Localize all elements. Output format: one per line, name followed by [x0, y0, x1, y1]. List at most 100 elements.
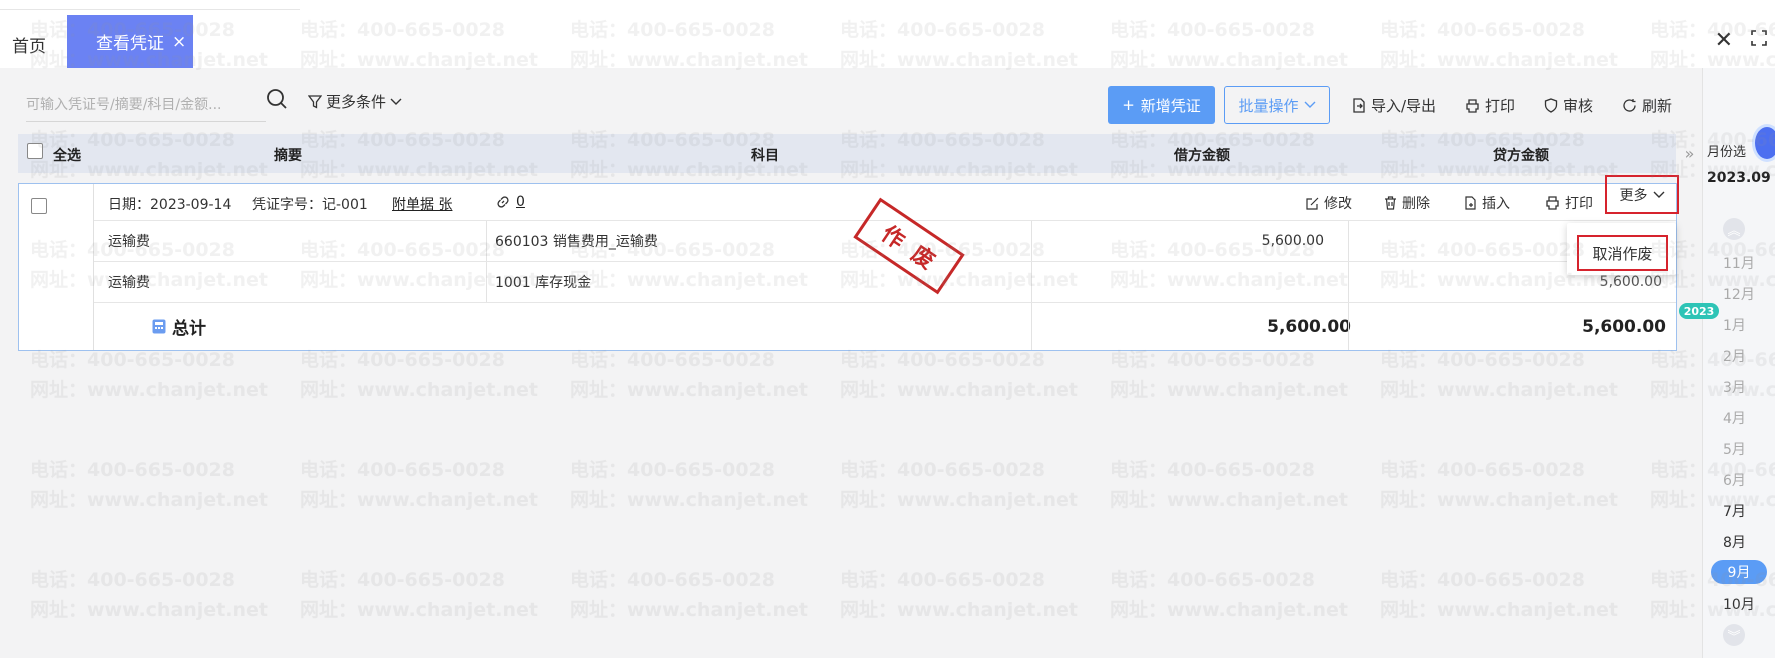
- month-item[interactable]: 11月: [1723, 253, 1755, 273]
- month-item[interactable]: 8月: [1723, 532, 1746, 552]
- trash-icon: [1385, 196, 1396, 210]
- column-account: 科目: [751, 148, 779, 164]
- refresh-icon: [1623, 99, 1636, 112]
- double-chevron-right-icon[interactable]: »: [1677, 134, 1702, 173]
- more-filter-label: 更多条件: [326, 93, 387, 111]
- tab-view-voucher-label: 查看凭证: [96, 34, 164, 54]
- column-debit: 借方金额: [1174, 148, 1230, 164]
- month-item[interactable]: 4月: [1723, 408, 1746, 428]
- cell-divider: [486, 221, 487, 261]
- edit-icon: [1306, 197, 1319, 210]
- plus-icon: +: [1122, 96, 1135, 114]
- table-header: 全选 摘要 科目 借方金额 贷方金额: [18, 134, 1676, 173]
- voucher-print-button[interactable]: 打印: [1545, 193, 1593, 213]
- insert-label: 插入: [1482, 196, 1510, 212]
- delete-label: 删除: [1402, 196, 1430, 212]
- month-item[interactable]: 2月: [1723, 346, 1746, 366]
- month-item-selected[interactable]: 9月: [1711, 560, 1767, 584]
- batch-operation-button[interactable]: 批量操作: [1224, 86, 1330, 124]
- shield-icon: [1544, 98, 1558, 113]
- link-count[interactable]: 0: [496, 194, 525, 210]
- row-debit: 5,600.00: [1261, 233, 1324, 249]
- printer-icon: [1466, 98, 1479, 113]
- cell-divider: [1348, 262, 1349, 302]
- cell-divider: [1031, 262, 1032, 302]
- row-summary: 运输费: [108, 275, 150, 291]
- attachment-link[interactable]: 附单据 张: [392, 194, 452, 214]
- close-icon[interactable]: ✕: [1715, 28, 1733, 53]
- top-divider: [0, 0, 300, 10]
- import-icon: [1353, 98, 1365, 113]
- more-label: 更多: [1619, 187, 1648, 204]
- cancel-void-menu-item[interactable]: 取消作废: [1577, 235, 1668, 271]
- more-dropdown-menu: 取消作废: [1567, 223, 1676, 275]
- column-summary: 摘要: [274, 148, 302, 164]
- more-button[interactable]: 更多: [1605, 175, 1679, 214]
- cell-divider: [1031, 303, 1032, 350]
- month-select-header: 月份选: [1707, 145, 1747, 160]
- chevron-down-icon: [1653, 191, 1664, 198]
- print-label: 打印: [1485, 97, 1516, 115]
- batch-operation-label: 批量操作: [1238, 96, 1299, 115]
- refresh-label: 刷新: [1642, 97, 1673, 115]
- voucher-card: 日期：2023-09-14 凭证字号：记-001 附单据 张 0 修改 删除 插…: [18, 183, 1677, 351]
- month-item[interactable]: 7月: [1723, 501, 1746, 521]
- total-credit: 5,600.00: [1582, 316, 1666, 337]
- tab-close-icon[interactable]: ×: [172, 32, 186, 52]
- tab-bar: 首页 查看凭证 × ✕: [0, 0, 1775, 68]
- chevron-down-icon[interactable]: ︾: [1723, 624, 1745, 646]
- column-credit: 贷方金额: [1493, 148, 1549, 164]
- audit-label: 审核: [1563, 97, 1594, 115]
- new-voucher-button[interactable]: + 新增凭证: [1108, 86, 1215, 124]
- month-item[interactable]: 1月: [1723, 315, 1746, 335]
- tab-view-voucher[interactable]: 查看凭证 ×: [67, 15, 193, 68]
- cell-divider: [1348, 303, 1349, 350]
- import-export-button[interactable]: 导入/导出: [1352, 95, 1436, 116]
- print-button[interactable]: 打印: [1465, 95, 1515, 116]
- fullscreen-icon[interactable]: [1751, 30, 1767, 46]
- table-row[interactable]: 运输费 1001 库存现金 5,600.00: [94, 262, 1676, 303]
- link-icon: [497, 196, 509, 208]
- insert-button[interactable]: 插入: [1464, 193, 1510, 213]
- voucher-date: 日期：2023-09-14: [108, 197, 232, 213]
- select-all-label: 全选: [53, 148, 81, 164]
- voucher-number: 凭证字号：记-001: [252, 197, 368, 213]
- refresh-button[interactable]: 刷新: [1622, 95, 1672, 116]
- voucher-view-app: 首页 查看凭证 × ✕ 更多条件 + 新增凭证 批量操作 导入/导出: [0, 0, 1775, 658]
- import-export-label: 导入/导出: [1371, 97, 1437, 115]
- month-item[interactable]: 5月: [1723, 439, 1746, 459]
- year-badge: 2023: [1679, 303, 1719, 319]
- chevron-up-icon[interactable]: ︽: [1723, 218, 1745, 240]
- chevron-down-icon: [390, 98, 402, 105]
- select-all-checkbox[interactable]: [27, 143, 43, 159]
- new-voucher-label: 新增凭证: [1140, 96, 1201, 115]
- insert-icon: [1465, 196, 1476, 210]
- more-filter-button[interactable]: 更多条件: [308, 91, 402, 112]
- audit-button[interactable]: 审核: [1544, 95, 1593, 116]
- month-item[interactable]: 10月: [1723, 594, 1755, 614]
- total-debit: 5,600.00: [1267, 316, 1351, 337]
- filter-icon: [308, 94, 322, 109]
- month-item[interactable]: 12月: [1723, 284, 1755, 304]
- calculator-icon: [152, 319, 166, 334]
- edit-label: 修改: [1324, 196, 1352, 212]
- edit-button[interactable]: 修改: [1306, 193, 1352, 213]
- link-count-value: 0: [516, 194, 525, 210]
- month-item[interactable]: 6月: [1723, 470, 1746, 490]
- month-item[interactable]: 3月: [1723, 377, 1746, 397]
- row-summary: 运输费: [108, 234, 150, 250]
- tab-home[interactable]: 首页: [12, 32, 46, 57]
- voucher-checkbox[interactable]: [31, 198, 47, 214]
- delete-button[interactable]: 删除: [1384, 193, 1430, 213]
- assistant-icon[interactable]: [1752, 124, 1775, 162]
- cell-divider: [1031, 221, 1032, 261]
- current-period: 2023.09: [1707, 170, 1771, 186]
- cell-divider: [486, 262, 487, 302]
- total-row: 总计 5,600.00 5,600.00: [94, 303, 1676, 350]
- chevron-down-icon: [1304, 101, 1315, 108]
- search-input[interactable]: [26, 88, 266, 122]
- search-icon[interactable]: [266, 88, 288, 110]
- cell-divider: [1348, 221, 1349, 261]
- total-label: 总计: [172, 319, 206, 339]
- row-account: 1001 库存现金: [495, 275, 592, 291]
